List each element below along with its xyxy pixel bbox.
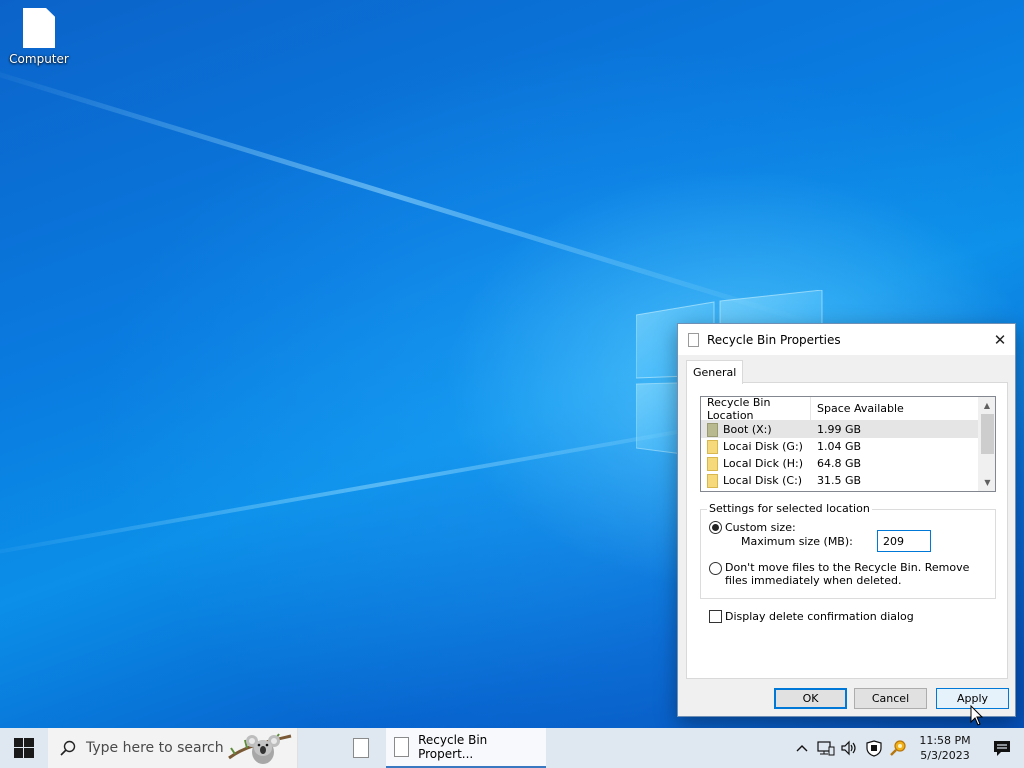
- tab-general[interactable]: General: [686, 360, 744, 384]
- koala-search-highlight-icon: [228, 733, 292, 764]
- custom-size-radio[interactable]: [709, 521, 722, 534]
- confirm-dialog-label: Display delete confirmation dialog: [725, 610, 914, 623]
- key-search-icon[interactable]: [886, 728, 910, 768]
- location-name: Local Disk (C:): [723, 474, 803, 487]
- max-size-input[interactable]: [877, 530, 931, 552]
- confirm-dialog-option[interactable]: Display delete confirmation dialog: [709, 610, 914, 623]
- desktop-icon-label: Computer: [9, 52, 69, 66]
- security-shield-icon[interactable]: [862, 728, 886, 768]
- scroll-up-arrow-icon[interactable]: ▲: [979, 397, 995, 414]
- taskbar-recycle-bin-properties[interactable]: Recycle Bin Propert...: [386, 728, 546, 768]
- scroll-down-arrow-icon[interactable]: ▼: [979, 474, 995, 491]
- document-icon: [688, 332, 699, 347]
- taskbar-clock[interactable]: 11:58 PM 5/3/2023: [910, 733, 980, 763]
- custom-size-label: Custom size:: [725, 521, 796, 534]
- taskbar-file-explorer[interactable]: [336, 728, 386, 768]
- list-scrollbar[interactable]: ▲ ▼: [978, 397, 995, 491]
- scrollbar-thumb[interactable]: [981, 414, 994, 454]
- ok-button[interactable]: OK: [774, 688, 847, 709]
- location-name: Local Dick (H:): [723, 457, 804, 470]
- desktop-icon-computer[interactable]: Computer: [6, 8, 72, 66]
- list-header: Recycle Bin Location Space Available: [701, 397, 995, 422]
- general-tab-panel: Recycle Bin Location Space Available Boo…: [686, 382, 1008, 679]
- custom-size-option[interactable]: Custom size:: [709, 521, 796, 534]
- column-header-location[interactable]: Recycle Bin Location: [701, 397, 811, 422]
- close-icon: ✕: [993, 330, 1007, 349]
- drive-icon: [707, 473, 718, 488]
- document-icon: [394, 737, 410, 757]
- confirm-dialog-checkbox[interactable]: [709, 610, 722, 623]
- file-icon: [23, 8, 55, 48]
- space-available: 1.04 GB: [817, 440, 862, 453]
- search-icon: [60, 740, 76, 756]
- system-tray: 11:58 PM 5/3/2023: [790, 728, 1024, 768]
- action-center-button[interactable]: [980, 728, 1024, 768]
- list-item[interactable]: Local Disk (C:) 31.5 GB: [701, 472, 995, 489]
- taskbar: Type here to search Recycle Bin Propert.…: [0, 728, 1024, 768]
- notification-icon: [994, 740, 1010, 756]
- dont-move-files-radio[interactable]: [709, 562, 722, 575]
- radio-selected-dot: [712, 524, 719, 531]
- windows-start-icon: [14, 738, 34, 758]
- network-icon[interactable]: [814, 728, 838, 768]
- dialog-titlebar[interactable]: Recycle Bin Properties ✕: [678, 324, 1015, 355]
- taskbar-app-label: Recycle Bin Propert...: [418, 733, 488, 761]
- space-available: 64.8 GB: [817, 457, 862, 470]
- show-hidden-icons-chevron-up-icon[interactable]: [790, 728, 814, 768]
- location-name: Boot (X:): [723, 423, 772, 436]
- column-header-space[interactable]: Space Available: [811, 397, 977, 420]
- space-available: 31.5 GB: [817, 474, 862, 487]
- clock-date: 5/3/2023: [920, 749, 970, 762]
- dont-move-files-label: Don't move files to the Recycle Bin. Rem…: [725, 561, 970, 587]
- file-icon: [353, 738, 369, 758]
- settings-legend: Settings for selected location: [707, 502, 872, 515]
- list-item[interactable]: Locai Disk (G:) 1.04 GB: [701, 438, 995, 455]
- cancel-button[interactable]: Cancel: [854, 688, 927, 709]
- drive-icon: [707, 456, 718, 471]
- mouse-cursor-icon: [970, 705, 984, 726]
- settings-groupbox: Settings for selected location Custom si…: [700, 502, 996, 599]
- taskbar-search-box[interactable]: Type here to search: [48, 728, 298, 768]
- volume-icon[interactable]: [838, 728, 862, 768]
- drive-icon: [707, 439, 718, 454]
- start-button[interactable]: [0, 728, 48, 768]
- clock-time: 11:58 PM: [919, 734, 971, 747]
- close-button[interactable]: ✕: [985, 324, 1015, 355]
- wallpaper-light-beam: [0, 60, 822, 329]
- drive-icon: [707, 422, 718, 437]
- dialog-title: Recycle Bin Properties: [707, 332, 841, 347]
- recycle-bin-properties-dialog: Recycle Bin Properties ✕ General Recycle…: [677, 323, 1016, 717]
- list-item[interactable]: Boot (X:) 1.99 GB: [701, 421, 995, 438]
- max-size-label: Maximum size (MB):: [741, 535, 853, 548]
- list-item[interactable]: Local Dick (H:) 64.8 GB: [701, 455, 995, 472]
- location-name: Locai Disk (G:): [723, 440, 803, 453]
- search-placeholder: Type here to search: [86, 740, 224, 756]
- recycle-bin-location-list[interactable]: Recycle Bin Location Space Available Boo…: [700, 396, 996, 492]
- dont-move-files-option[interactable]: Don't move files to the Recycle Bin. Rem…: [709, 561, 975, 587]
- space-available: 1.99 GB: [817, 423, 862, 436]
